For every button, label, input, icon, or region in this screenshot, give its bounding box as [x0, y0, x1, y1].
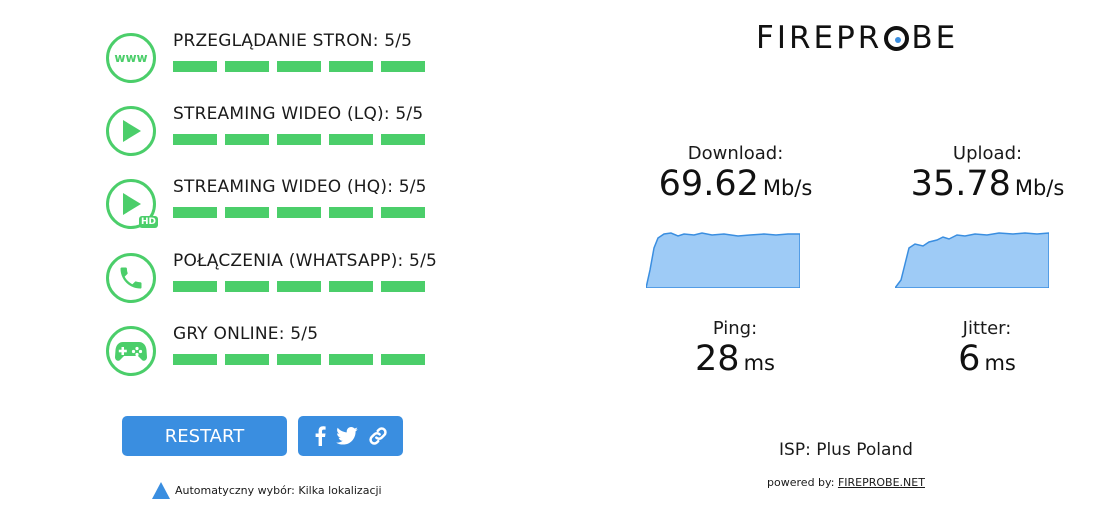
score-segment [225, 281, 269, 292]
facebook-icon[interactable] [314, 426, 326, 446]
score-segment [277, 134, 321, 145]
upload-value: 35.78 Mb/s [900, 164, 1075, 208]
category-label: GRY ONLINE: 5/5 [173, 324, 319, 344]
powered-prefix: powered by: [767, 476, 838, 489]
upload-label: Upload: [952, 143, 1023, 164]
score-segment [329, 207, 373, 218]
score-bars [173, 281, 425, 292]
score-segment [381, 281, 425, 292]
category-label: PRZEGLĄDANIE STRON: 5/5 [173, 31, 413, 51]
score-segment [381, 354, 425, 365]
score-segment [329, 61, 373, 72]
logo-text-end: BE [911, 20, 959, 56]
category-label: STREAMING WIDEO (HQ): 5/5 [173, 177, 427, 197]
score-segment [277, 61, 321, 72]
score-segment [381, 207, 425, 218]
ping-number: 28 [695, 339, 740, 379]
play-hd-icon: HD [106, 179, 158, 229]
upload-number: 35.78 [910, 164, 1011, 204]
fireprobe-link[interactable]: FIREPROBE.NET [838, 476, 925, 489]
score-bars [173, 354, 425, 365]
score-segment [225, 207, 269, 218]
share-buttons [298, 416, 403, 456]
gauge-icon [884, 25, 910, 51]
jitter-unit: ms [984, 351, 1016, 375]
category-label: POŁĄCZENIA (WHATSAPP): 5/5 [173, 251, 438, 271]
play-icon [106, 106, 156, 156]
ping-value: 28 ms [660, 339, 810, 383]
download-result: Download: 69.62 Mb/s [648, 143, 823, 208]
download-graph [646, 232, 800, 288]
server-label: Automatyczny wybór: Kilka lokalizacji [175, 484, 382, 497]
score-bars [173, 207, 425, 218]
hd-badge: HD [138, 216, 158, 228]
www-icon: www [106, 33, 156, 83]
twitter-icon[interactable] [335, 427, 358, 445]
score-segment [173, 281, 217, 292]
score-segment [225, 134, 269, 145]
powered-by: powered by: FIREPROBE.NET [740, 476, 952, 489]
www-icon-text: www [114, 51, 148, 65]
ping-label: Ping: [712, 318, 758, 339]
score-segment [277, 354, 321, 365]
score-segment [277, 281, 321, 292]
score-segment [225, 61, 269, 72]
score-segment [173, 61, 217, 72]
link-icon[interactable] [368, 426, 388, 446]
fireprobe-logo: FIREPR BE [756, 20, 958, 56]
category-label: STREAMING WIDEO (LQ): 5/5 [173, 104, 424, 124]
jitter-result: Jitter: 6 ms [912, 318, 1062, 383]
upload-unit: Mb/s [1014, 176, 1065, 200]
score-bars [173, 134, 425, 145]
upload-graph [895, 232, 1049, 288]
score-segment [329, 354, 373, 365]
jitter-number: 6 [958, 339, 981, 379]
score-segment [173, 354, 217, 365]
server-triangle-icon [152, 482, 170, 499]
logo-text-start: FIREPR [756, 20, 883, 56]
download-unit: Mb/s [762, 176, 813, 200]
score-segment [381, 61, 425, 72]
isp-info: ISP: Plus Poland [779, 440, 913, 460]
gamepad-icon [106, 326, 156, 376]
download-number: 69.62 [658, 164, 759, 204]
download-value: 69.62 Mb/s [648, 164, 823, 208]
phone-icon [106, 253, 156, 303]
score-segment [173, 207, 217, 218]
jitter-label: Jitter: [962, 318, 1012, 339]
ping-result: Ping: 28 ms [660, 318, 810, 383]
upload-result: Upload: 35.78 Mb/s [900, 143, 1075, 208]
score-segment [329, 134, 373, 145]
ping-unit: ms [743, 351, 775, 375]
restart-button[interactable]: RESTART [122, 416, 287, 456]
score-segment [329, 281, 373, 292]
score-segment [225, 354, 269, 365]
score-bars [173, 61, 425, 72]
score-segment [277, 207, 321, 218]
jitter-value: 6 ms [912, 339, 1062, 383]
score-segment [381, 134, 425, 145]
server-selection[interactable]: Automatyczny wybór: Kilka lokalizacji [152, 482, 382, 499]
score-segment [173, 134, 217, 145]
download-label: Download: [687, 143, 784, 164]
